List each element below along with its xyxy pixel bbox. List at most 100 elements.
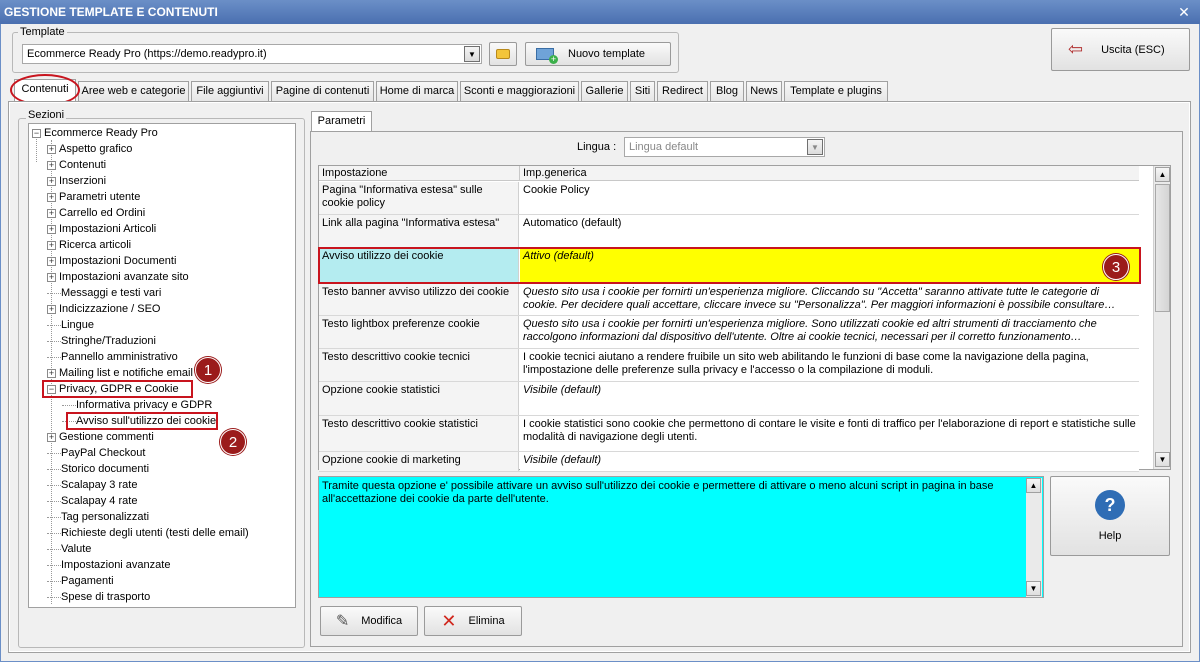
grid-row[interactable]: Pagina "Informativa estesa" sulle cookie… (319, 182, 1139, 215)
open-folder-button[interactable] (489, 42, 517, 66)
tree-item-label: Scalapay 3 rate (61, 479, 138, 491)
tree-item[interactable]: Storico documenti (47, 461, 149, 477)
grid-cell-value: Visibile (default) (520, 382, 1139, 415)
tab-label: Template e plugins (790, 85, 882, 97)
tree-item[interactable]: Pagamenti (47, 573, 114, 589)
tree-item[interactable]: Valute (47, 541, 91, 557)
tab-blog[interactable]: Blog (710, 81, 744, 101)
grid-row[interactable]: Testo lightbox preferenze cookie Questo s… (319, 316, 1139, 349)
expand-icon[interactable]: + (47, 192, 56, 202)
grid-cell-setting: Testo banner avviso utilizzo dei cookie (319, 284, 519, 315)
grid-cell-setting: Opzione cookie statistici (319, 382, 519, 415)
tab-pagine-contenuti[interactable]: Pagine di contenuti (271, 81, 374, 101)
tree-item[interactable]: Spese di trasporto (47, 589, 150, 605)
tree-item[interactable]: + Ricerca articoli (47, 237, 131, 253)
help-button[interactable]: ? Help (1050, 476, 1170, 556)
grid-row[interactable]: Link alla pagina "Informativa estesa" Aut… (319, 215, 1139, 248)
collapse-icon[interactable]: − (32, 128, 41, 138)
tab-sconti[interactable]: Sconti e maggiorazioni (460, 81, 579, 101)
tree-item-label: Storico documenti (61, 463, 150, 475)
tree-item[interactable]: + Impostazioni Articoli (47, 221, 156, 237)
tree-item[interactable]: + Carrello ed Ordini (47, 205, 145, 221)
tree-item[interactable]: Lingue (47, 317, 94, 333)
tree-item[interactable]: + Gestione commenti (47, 429, 154, 445)
grid-row[interactable]: Testo descrittivo cookie tecnici I cookie… (319, 349, 1139, 382)
tab-template-plugins[interactable]: Template e plugins (784, 81, 888, 101)
tab-parametri[interactable]: Parametri (311, 111, 372, 133)
language-value: Lingua default (629, 141, 699, 153)
tree-item[interactable]: + Contenuti (47, 157, 106, 173)
expand-icon[interactable]: + (47, 432, 56, 442)
header-impostazione: Impostazione (322, 167, 388, 179)
tree-item[interactable]: Impostazioni avanzate (47, 557, 170, 573)
tab-news[interactable]: News (746, 81, 782, 101)
sections-label: Sezioni (26, 109, 67, 121)
delete-button[interactable]: ✕ Elimina (424, 606, 522, 636)
tab-aree-web[interactable]: Aree web e categorie (78, 81, 189, 101)
tab-home-marca[interactable]: Home di marca (376, 81, 458, 101)
new-template-button[interactable]: + Nuovo template (525, 42, 671, 66)
scroll-down-icon[interactable]: ▼ (1155, 452, 1170, 467)
chevron-down-icon[interactable]: ▼ (464, 46, 480, 62)
tree-item[interactable]: Informativa privacy e GDPR (62, 397, 212, 413)
tree-item[interactable]: + Inserzioni (47, 173, 106, 189)
tree-item[interactable]: Messaggi e testi vari (47, 285, 161, 301)
grid-row[interactable]: Opzione cookie di marketing Visibile (def… (319, 452, 1139, 472)
tree-item-label: Scalapay 4 rate (61, 495, 138, 507)
expand-icon[interactable]: + (47, 304, 56, 314)
template-select[interactable]: Ecommerce Ready Pro (https://demo.readyp… (22, 44, 482, 64)
description-scrollbar[interactable]: ▲ ▼ (1026, 478, 1042, 597)
tree-item[interactable]: + Impostazioni Documenti (47, 253, 176, 269)
language-select[interactable]: Lingua default ▼ (624, 137, 825, 157)
tree-item-label: Richieste degli utenti (testi delle emai… (61, 527, 249, 539)
exit-label: Uscita (ESC) (1101, 43, 1165, 56)
tree-item[interactable]: Richieste degli utenti (testi delle emai… (47, 525, 249, 541)
scroll-thumb[interactable] (1155, 184, 1170, 312)
tree-item[interactable]: Pannello amministrativo (47, 349, 178, 365)
expand-icon[interactable]: + (47, 224, 56, 234)
grid-row[interactable]: Testo banner avviso utilizzo dei cookie Q… (319, 284, 1139, 316)
tree-item[interactable]: Tag personalizzati (47, 509, 149, 525)
grid-scrollbar[interactable]: ▲ ▼ (1153, 166, 1170, 469)
description-box[interactable]: Tramite questa opzione e' possibile atti… (318, 476, 1044, 598)
tree-item[interactable]: PayPal Checkout (47, 445, 145, 461)
grid-row[interactable]: Testo descrittivo cookie statistici I coo… (319, 416, 1139, 452)
tree-item[interactable]: + Aspetto grafico (47, 141, 132, 157)
tree-item[interactable]: + Indicizzazione / SEO (47, 301, 161, 317)
tree-item[interactable]: Scalapay 3 rate (47, 477, 137, 493)
window-title-bar: GESTIONE TEMPLATE E CONTENUTI (0, 0, 1200, 24)
tree-item-label: Pagamenti (61, 575, 114, 587)
tab-file-aggiuntivi[interactable]: File aggiuntivi (191, 81, 269, 101)
chevron-down-icon[interactable]: ▼ (807, 139, 823, 155)
close-icon[interactable]: ✕ (1176, 5, 1192, 19)
exit-button[interactable]: ⇦ Uscita (ESC) (1051, 28, 1190, 71)
tree-item[interactable]: Scalapay 4 rate (47, 493, 137, 509)
edit-button[interactable]: ✎ Modifica (320, 606, 418, 636)
tree-item[interactable]: Stringhe/Traduzioni (47, 333, 156, 349)
tree-item[interactable]: + Impostazioni avanzate sito (47, 269, 189, 285)
tab-label: Home di marca (379, 85, 455, 97)
tab-label: Aree web e categorie (81, 85, 186, 97)
tab-redirect[interactable]: Redirect (657, 81, 708, 101)
expand-icon[interactable]: + (47, 368, 56, 378)
tab-siti[interactable]: Siti (630, 81, 655, 101)
grid-row[interactable]: Opzione cookie statistici Visibile (defau… (319, 382, 1139, 416)
expand-icon[interactable]: + (47, 160, 56, 170)
scroll-down-icon[interactable]: ▼ (1026, 581, 1041, 596)
scroll-up-icon[interactable]: ▲ (1155, 167, 1170, 182)
expand-icon[interactable]: + (47, 240, 56, 250)
expand-icon[interactable]: + (47, 176, 56, 186)
grid-cell-setting: Pagina "Informativa estesa" sulle cookie… (319, 182, 519, 214)
tab-gallerie[interactable]: Gallerie (581, 81, 628, 101)
edit-label: Modifica (361, 615, 403, 627)
annotation-box-2 (66, 412, 218, 430)
scroll-up-icon[interactable]: ▲ (1026, 478, 1041, 493)
expand-icon[interactable]: + (47, 144, 56, 154)
tree-item[interactable]: + Mailing list e notifiche email (47, 365, 193, 381)
expand-icon[interactable]: + (47, 208, 56, 218)
tree-item[interactable]: + Parametri utente (47, 189, 140, 205)
expand-icon[interactable]: + (47, 256, 56, 266)
tree-item-label: Mailing list e notifiche email (59, 367, 193, 379)
expand-icon[interactable]: + (47, 272, 56, 282)
tree-root[interactable]: − Ecommerce Ready Pro (32, 125, 158, 141)
